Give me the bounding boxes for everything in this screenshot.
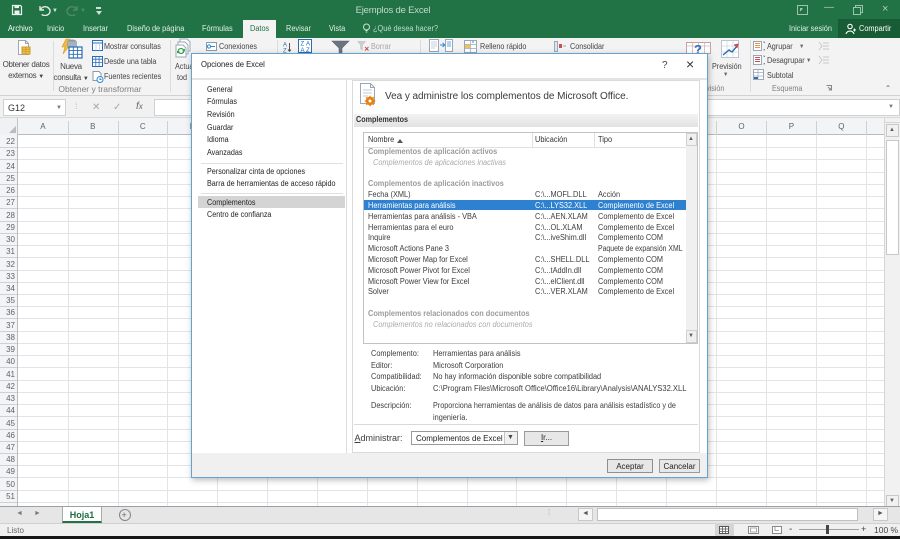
svg-text:Z: Z xyxy=(301,42,305,48)
svg-text:A: A xyxy=(306,42,310,48)
